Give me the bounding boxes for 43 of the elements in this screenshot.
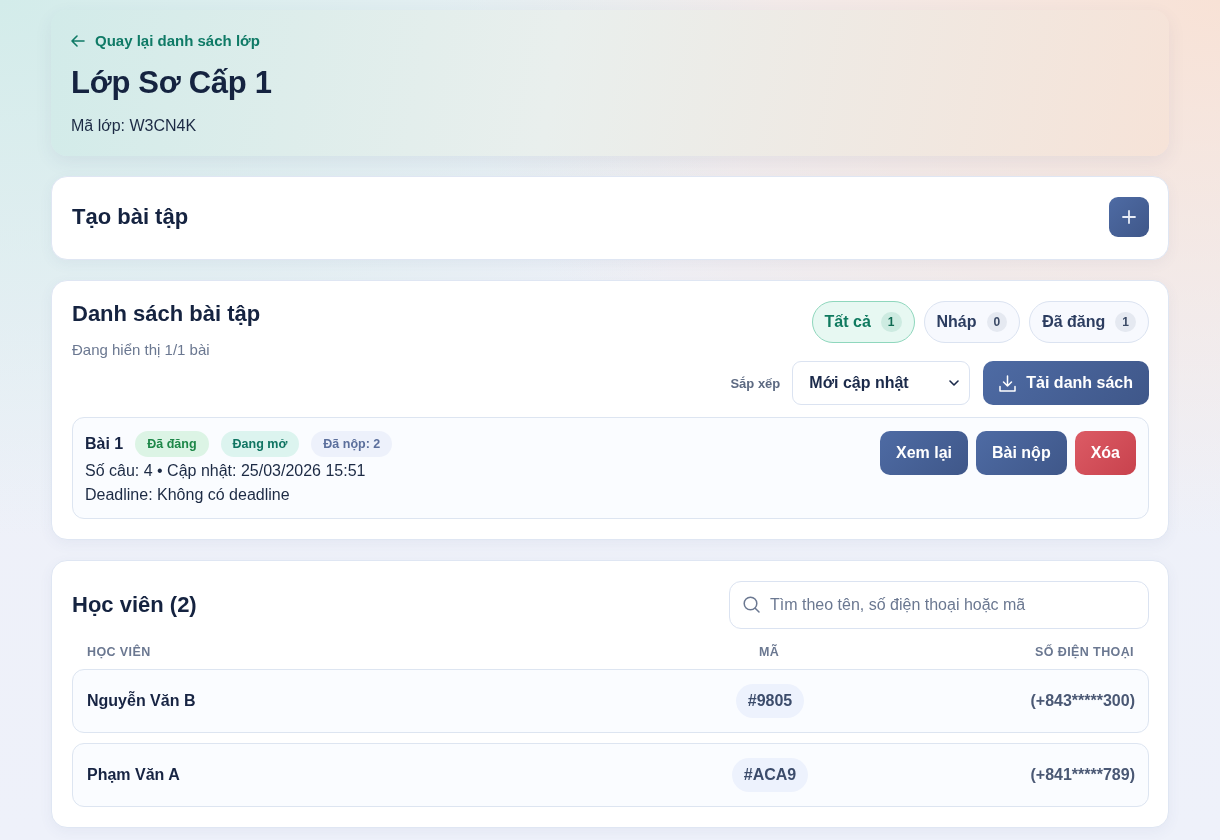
filter-tab[interactable]: Tất cả 1: [811, 301, 915, 343]
student-code: #9805: [735, 684, 805, 718]
count-badge: 1: [880, 312, 902, 332]
arrow-left-icon: [71, 33, 85, 48]
count-badge: 0: [986, 312, 1008, 332]
student-phone: (+843*****300): [1030, 692, 1135, 710]
student-name: Nguyễn Văn B: [87, 692, 197, 710]
panel-title: Học viên (2): [72, 592, 197, 618]
action-button[interactable]: Xem lại: [879, 431, 968, 475]
action-button[interactable]: Bài nộp: [976, 431, 1067, 475]
assignment-title: Bài 1: [85, 435, 124, 453]
student-row[interactable]: Nguyễn Văn B #9805 (+843*****300): [72, 669, 1149, 733]
assignment-meta: Số câu: 4 • Cập nhật: 25/03/2026 15:51: [85, 462, 367, 480]
column-header: SỐ ĐIỆN THOẠI: [1035, 645, 1134, 659]
panel-title: Tạo bài tập: [72, 204, 189, 230]
student-name: Phạm Văn A: [87, 766, 181, 784]
filter-tab[interactable]: Nháp 0: [923, 301, 1021, 343]
search-icon: [743, 596, 760, 613]
sort-label: Sắp xếp: [730, 375, 781, 391]
class-code: Mã lớp: W3CN4K: [71, 117, 197, 135]
delete-button[interactable]: Xóa: [1074, 431, 1136, 475]
student-code: #ACA9: [731, 758, 809, 792]
column-header: HỌC VIÊN: [87, 645, 152, 659]
download-button[interactable]: Tải danh sách: [983, 361, 1149, 405]
student-phone: (+841*****789): [1030, 766, 1135, 784]
status-tag: Đã đăng: [135, 431, 209, 457]
sort-select[interactable]: Mới cập nhật: [792, 361, 971, 405]
assignment-deadline: Deadline: Không có deadline: [85, 486, 291, 504]
panel-title: Danh sách bài tập: [72, 301, 261, 327]
class-title: Lớp Sơ Cấp 1: [71, 65, 272, 101]
search-field[interactable]: Tìm theo tên, số điện thoại hoặc mã: [729, 581, 1149, 629]
add-button[interactable]: [1109, 197, 1149, 237]
filter-tab[interactable]: Đã đăng 1: [1029, 301, 1149, 343]
status-tag: Đang mở: [220, 431, 300, 457]
student-row[interactable]: Phạm Văn A #ACA9 (+841*****789): [72, 743, 1149, 807]
count-badge: 1: [1115, 312, 1136, 332]
status-tag: Đã nộp: 2: [311, 431, 393, 457]
plus-icon: [1122, 210, 1136, 224]
list-summary: Đang hiển thị 1/1 bài: [72, 341, 211, 358]
back-link[interactable]: Quay lại danh sách lớp: [71, 32, 260, 49]
column-header: MÃ: [758, 645, 780, 659]
download-icon: [999, 374, 1017, 392]
chevron-down-icon: [949, 380, 960, 386]
